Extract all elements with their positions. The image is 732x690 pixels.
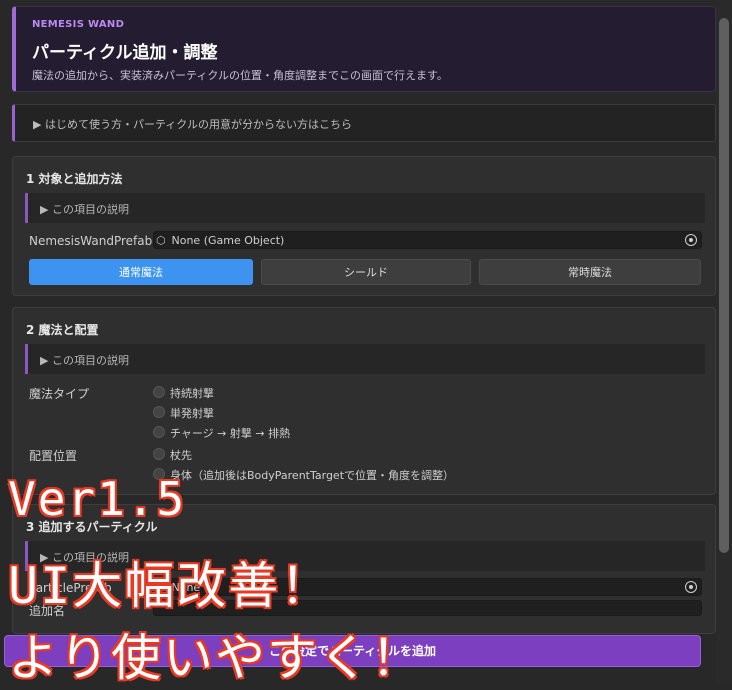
page-subtitle: 魔法の追加から、実装済みパーティクルの位置・角度調整までこの画面で行えます。	[32, 69, 448, 82]
overlay-version-text: Ver1.5	[7, 471, 187, 527]
magic-type-label: 魔法タイプ	[29, 387, 90, 401]
section-help-foldout[interactable]: ▶ この項目の説明	[25, 193, 705, 223]
prefab-object-field[interactable]: ⬡ None (Game Object)	[153, 231, 702, 249]
cube-icon: ⬡	[156, 234, 166, 247]
placement-label: 配置位置	[29, 449, 78, 463]
placement-option[interactable]: 身体（追加後はBodyParentTargetで位置・角度を調整）	[153, 467, 454, 483]
object-picker-icon[interactable]	[685, 581, 697, 593]
radio-icon	[153, 448, 165, 460]
overlay-improvement-text: UI大幅改善！	[7, 556, 333, 616]
radio-icon	[153, 386, 165, 398]
radio-icon	[153, 426, 165, 438]
prefab-value: None (Game Object)	[171, 234, 285, 247]
brand-label: NEMESIS WAND	[32, 19, 125, 30]
section-target-and-method: 1 対象と追加方法 ▶ この項目の説明 NemesisWandPrefab ⬡ …	[12, 156, 716, 296]
section-magic-and-placement: 2 魔法と配置 ▶ この項目の説明 魔法タイプ 持続射撃 単発射撃 チャージ →…	[12, 307, 716, 495]
magic-type-option[interactable]: チャージ → 射撃 → 排熱	[153, 425, 290, 441]
magic-type-option[interactable]: 単発射撃	[153, 405, 214, 421]
overlay-easier-text: より使いやすく！	[7, 628, 423, 688]
object-picker-icon[interactable]	[685, 234, 697, 246]
constant-magic-button[interactable]: 常時魔法	[479, 259, 701, 285]
radio-icon	[153, 406, 165, 418]
magic-type-option[interactable]: 持続射撃	[153, 385, 214, 401]
section-title: 2 魔法と配置	[26, 323, 99, 337]
scrollbar-thumb[interactable]	[719, 18, 729, 553]
section-title: 1 対象と追加方法	[26, 172, 123, 186]
scrollbar[interactable]	[716, 0, 732, 682]
placement-option[interactable]: 杖先	[153, 447, 192, 463]
header-card: NEMESIS WAND パーティクル追加・調整 魔法の追加から、実装済みパーテ…	[12, 6, 716, 92]
beginner-guide-foldout[interactable]: ▶ はじめて使う方・パーティクルの用意が分からない方はこちら	[12, 104, 716, 142]
section-help-foldout[interactable]: ▶ この項目の説明	[25, 344, 705, 374]
shield-button[interactable]: シールド	[261, 259, 471, 285]
normal-magic-button[interactable]: 通常魔法	[29, 259, 253, 285]
page-title: パーティクル追加・調整	[32, 43, 218, 63]
prefab-label: NemesisWandPrefab	[29, 234, 153, 248]
